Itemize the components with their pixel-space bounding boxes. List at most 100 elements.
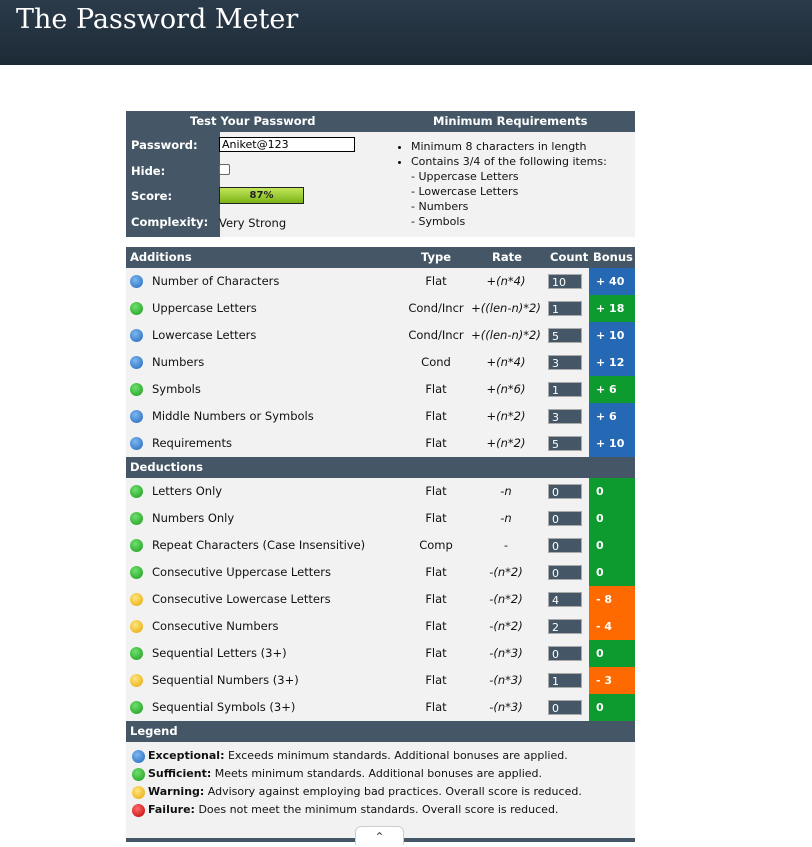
- criterion-bonus: + 10: [589, 322, 635, 349]
- criterion-count: 1: [548, 301, 582, 316]
- criterion-count: 0: [548, 565, 582, 580]
- sufficient-icon: [130, 647, 143, 660]
- criterion-count: 1: [548, 382, 582, 397]
- criterion-count: 1: [548, 673, 582, 688]
- bonus-column-header: Bonus: [593, 250, 633, 264]
- criterion-rate: +(n*2): [486, 409, 526, 423]
- criterion-name: Consecutive Uppercase Letters: [152, 565, 332, 579]
- criterion-rate: -(n*3): [489, 673, 523, 687]
- criterion-name: Lowercase Letters: [152, 328, 257, 342]
- criterion-type: Flat: [425, 409, 447, 423]
- table-row: Requirements Flat +(n*2) 5 + 10: [126, 430, 635, 457]
- deductions-title: Deductions: [130, 460, 203, 474]
- legend-description: Meets minimum standards. Additional bonu…: [211, 767, 542, 780]
- criterion-name: Consecutive Lowercase Letters: [152, 592, 331, 606]
- criterion-bonus: + 40: [589, 268, 635, 295]
- criterion-bonus: + 6: [589, 376, 635, 403]
- criterion-type: Cond: [421, 355, 451, 369]
- legend-title: Legend: [130, 724, 178, 738]
- criterion-rate: +(n*4): [486, 274, 526, 288]
- table-row: Sequential Letters (3+) Flat -(n*3) 0 0: [126, 640, 635, 667]
- sufficient-icon: [130, 566, 143, 579]
- hide-checkbox[interactable]: [219, 164, 230, 175]
- complexity-value: Very Strong: [219, 216, 287, 230]
- sufficient-icon: [130, 383, 143, 396]
- site-title: The Password Meter: [16, 4, 299, 35]
- exceptional-icon: [132, 750, 145, 763]
- sufficient-icon: [130, 701, 143, 714]
- criterion-count: 3: [548, 409, 582, 424]
- criterion-count: 5: [548, 436, 582, 451]
- panel-header-bar: Test Your Password Minimum Requirements: [126, 111, 635, 132]
- deductions-header: Deductions: [126, 457, 635, 478]
- criterion-type: Flat: [425, 382, 447, 396]
- count-column-header: Count: [550, 250, 589, 264]
- score-label: Score:: [126, 184, 220, 208]
- criterion-count: 10: [548, 274, 582, 289]
- criterion-rate: -(n*3): [489, 700, 523, 714]
- exceptional-icon: [130, 275, 143, 288]
- criterion-count: 2: [548, 619, 582, 634]
- additions-header: Additions Type Rate Count Bonus: [126, 247, 635, 268]
- legend-term: Warning:: [148, 785, 205, 798]
- criterion-rate: +((len-n)*2): [471, 301, 541, 315]
- failure-icon: [132, 804, 145, 817]
- complexity-label: Complexity:: [126, 208, 220, 237]
- criterion-type: Flat: [425, 646, 447, 660]
- criterion-type: Flat: [425, 565, 447, 579]
- criterion-rate: -(n*3): [489, 646, 523, 660]
- criterion-rate: -n: [500, 484, 512, 498]
- criterion-rate: +((len-n)*2): [471, 328, 541, 342]
- requirement-subitem: - Symbols: [411, 215, 466, 228]
- password-input[interactable]: [219, 137, 355, 152]
- criterion-rate: -(n*2): [489, 619, 523, 633]
- scroll-up-button[interactable]: ⌃: [355, 826, 404, 845]
- additions-rows: Number of Characters Flat +(n*4) 10 + 40 Uppe…: [126, 268, 635, 457]
- criterion-rate: +(n*6): [486, 382, 526, 396]
- table-row: Consecutive Numbers Flat -(n*2) 2 - 4: [126, 613, 635, 640]
- table-row: Consecutive Uppercase Letters Flat -(n*2) 0…: [126, 559, 635, 586]
- table-row: Letters Only Flat -n 0 0: [126, 478, 635, 505]
- sufficient-icon: [130, 302, 143, 315]
- table-row: Consecutive Lowercase Letters Flat -(n*2) 4…: [126, 586, 635, 613]
- criterion-name: Sequential Letters (3+): [152, 646, 287, 660]
- warning-icon: [130, 620, 143, 633]
- password-test-panel: Test Your Password Minimum Requirements …: [126, 111, 635, 237]
- additions-title: Additions: [130, 250, 192, 264]
- criterion-type: Flat: [425, 592, 447, 606]
- requirement-subitem: - Lowercase Letters: [411, 185, 519, 198]
- criterion-name: Uppercase Letters: [152, 301, 257, 315]
- criterion-bonus: 0: [589, 505, 635, 532]
- min-requirements-heading: Minimum Requirements: [433, 114, 588, 128]
- criterion-name: Sequential Symbols (3+): [152, 700, 296, 714]
- criterion-bonus: 0: [589, 694, 635, 721]
- score-value: 87%: [249, 190, 274, 201]
- criterion-type: Flat: [425, 700, 447, 714]
- criterion-name: Sequential Numbers (3+): [152, 673, 299, 687]
- criterion-name: Letters Only: [152, 484, 223, 498]
- criterion-bonus: 0: [589, 559, 635, 586]
- score-meter: 87%: [219, 187, 304, 204]
- table-row: Lowercase Letters Cond/Incr +((len-n)*2) 5 +…: [126, 322, 635, 349]
- criterion-bonus: - 3: [589, 667, 635, 694]
- criterion-name: Consecutive Numbers: [152, 619, 279, 633]
- criterion-rate: -(n*2): [489, 565, 523, 579]
- criterion-rate: -n: [500, 511, 512, 525]
- rate-column-header: Rate: [492, 250, 522, 264]
- requirement-subitem: - Uppercase Letters: [411, 170, 519, 183]
- requirement-item: Minimum 8 characters in length: [411, 139, 607, 154]
- criterion-count: 0: [548, 484, 582, 499]
- password-test-body: Password: Hide: Score: 87% Complexity: V…: [126, 132, 635, 237]
- criterion-count: 0: [548, 538, 582, 553]
- table-row: Sequential Symbols (3+) Flat -(n*3) 0 0: [126, 694, 635, 721]
- scoring-panel: Additions Type Rate Count Bonus Number o…: [126, 247, 635, 838]
- criterion-type: Flat: [425, 274, 447, 288]
- exceptional-icon: [130, 356, 143, 369]
- sufficient-icon: [130, 485, 143, 498]
- criterion-type: Flat: [425, 436, 447, 450]
- criterion-name: Numbers Only: [152, 511, 235, 525]
- legend-term: Exceptional:: [148, 749, 225, 762]
- requirements-list: Minimum 8 characters in length Contains …: [396, 139, 607, 229]
- requirement-item: Contains 3/4 of the following items:: [411, 154, 607, 169]
- requirement-subitem: - Numbers: [411, 200, 469, 213]
